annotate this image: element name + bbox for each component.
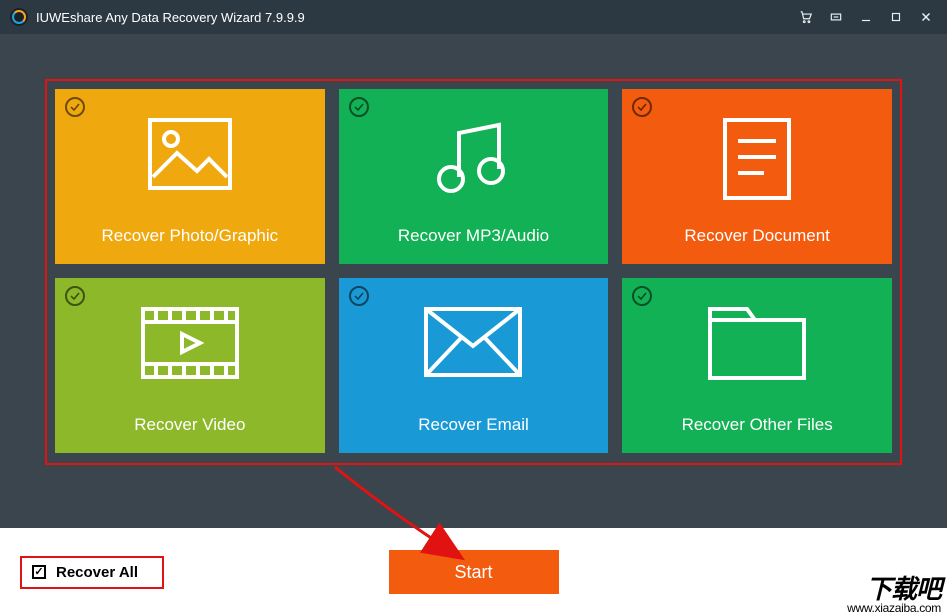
recover-all-label: Recover All [56, 564, 138, 581]
content-area: Recover Photo/Graphic Recover MP3/Audio [0, 34, 947, 528]
tile-recover-email[interactable]: Recover Email [339, 278, 609, 453]
tile-recover-video[interactable]: Recover Video [55, 278, 325, 453]
key-button[interactable] [821, 5, 851, 29]
start-label: Start [454, 562, 492, 583]
music-icon [339, 117, 609, 199]
app-title: IUWEshare Any Data Recovery Wizard 7.9.9… [36, 10, 305, 25]
tile-check-icon [632, 286, 652, 306]
document-icon [622, 117, 892, 201]
tile-recover-other[interactable]: Recover Other Files [622, 278, 892, 453]
tile-recover-document[interactable]: Recover Document [622, 89, 892, 264]
tile-recover-photo[interactable]: Recover Photo/Graphic [55, 89, 325, 264]
maximize-button[interactable] [881, 5, 911, 29]
tile-recover-audio[interactable]: Recover MP3/Audio [339, 89, 609, 264]
tile-label: Recover MP3/Audio [398, 226, 549, 246]
start-button[interactable]: Start [389, 550, 559, 594]
tile-label: Recover Document [684, 226, 830, 246]
tiles-grid: Recover Photo/Graphic Recover MP3/Audio [55, 89, 892, 453]
checkbox-icon: ✓ [32, 565, 46, 579]
mail-icon [339, 306, 609, 378]
tile-check-icon [349, 97, 369, 117]
app-window: IUWEshare Any Data Recovery Wizard 7.9.9… [0, 0, 947, 616]
close-button[interactable] [911, 5, 941, 29]
maximize-icon [889, 10, 903, 24]
tile-check-icon [632, 97, 652, 117]
app-logo-icon [10, 8, 28, 26]
key-icon [829, 10, 843, 24]
image-icon [55, 117, 325, 191]
minimize-icon [859, 10, 873, 24]
watermark-text: 下载吧 [847, 576, 941, 602]
watermark: 下载吧 www.xiazaiba.com [837, 574, 947, 616]
tile-label: Recover Video [134, 415, 245, 435]
titlebar: IUWEshare Any Data Recovery Wizard 7.9.9… [0, 0, 947, 34]
folder-icon [622, 306, 892, 382]
tile-label: Recover Photo/Graphic [101, 226, 278, 246]
film-icon [55, 306, 325, 380]
tile-check-icon [65, 97, 85, 117]
watermark-url: www.xiazaiba.com [847, 602, 941, 614]
tile-check-icon [349, 286, 369, 306]
minimize-button[interactable] [851, 5, 881, 29]
cart-button[interactable] [791, 5, 821, 29]
tile-check-icon [65, 286, 85, 306]
tiles-highlight-box: Recover Photo/Graphic Recover MP3/Audio [45, 79, 902, 465]
tile-label: Recover Other Files [682, 415, 833, 435]
cart-icon [799, 10, 813, 24]
tile-label: Recover Email [418, 415, 529, 435]
close-icon [919, 10, 933, 24]
recover-all-checkbox[interactable]: ✓ Recover All [20, 556, 164, 589]
footer: ✓ Recover All Start [0, 528, 947, 616]
